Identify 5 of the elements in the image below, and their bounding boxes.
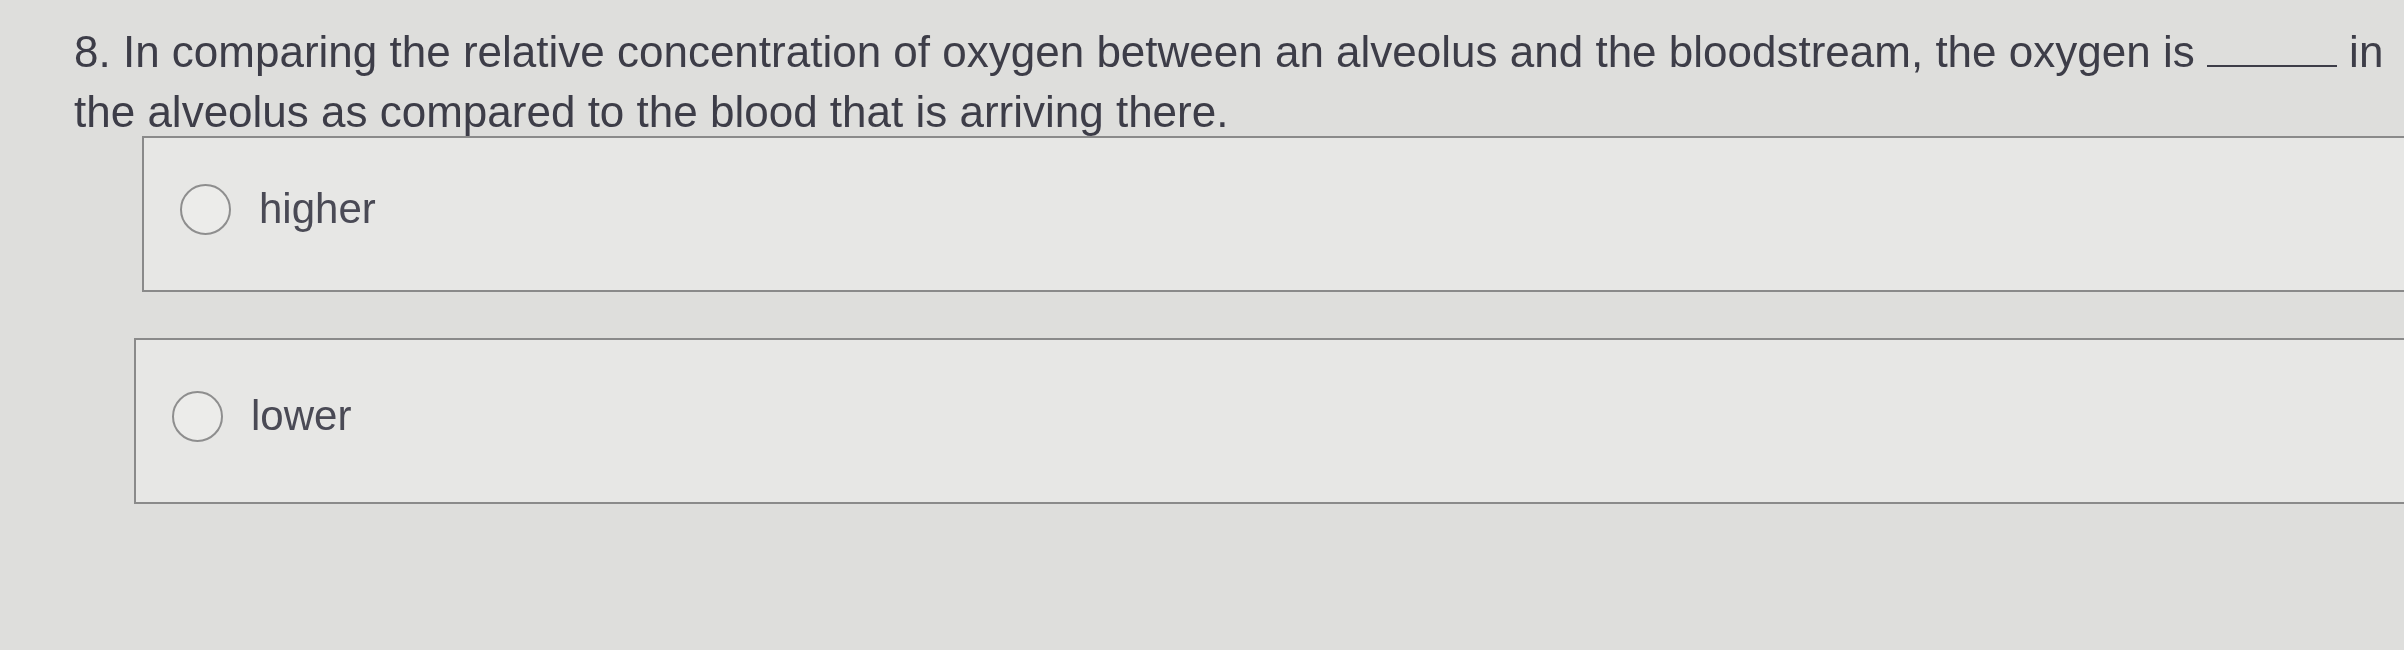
radio-button[interactable] bbox=[172, 390, 223, 442]
question-text: 8. In comparing the relative concentration of oxygen between an alveolus and the bloodstream, the oxygen is in the alveolus as compared to the blood that is arriving there. bbox=[74, 26, 2385, 138]
option-label: higher bbox=[259, 185, 376, 233]
radio-button[interactable] bbox=[180, 183, 231, 235]
option-label: lower bbox=[251, 392, 352, 440]
